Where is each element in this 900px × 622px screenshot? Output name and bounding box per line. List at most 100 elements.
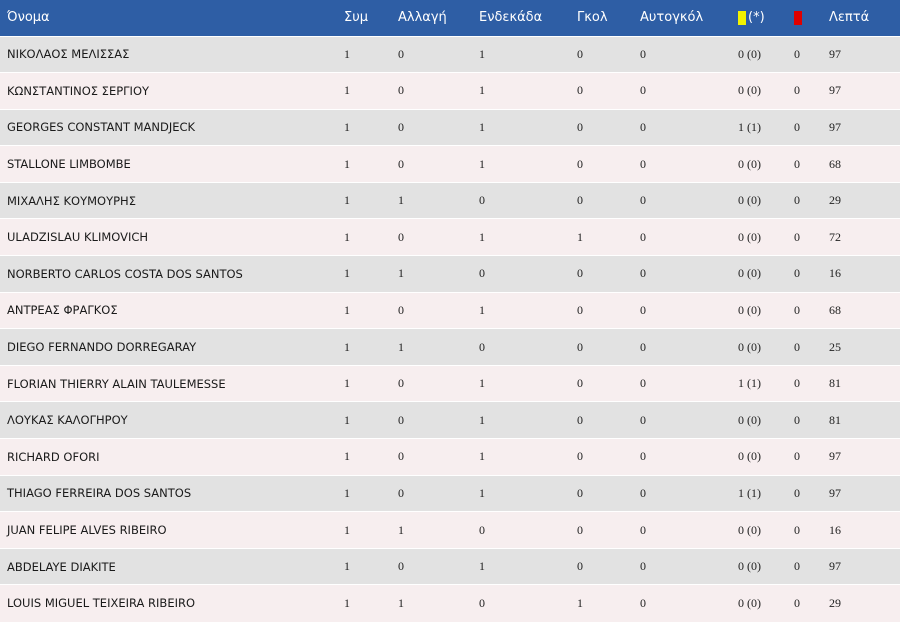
own-goals-cell: 0: [640, 35, 738, 73]
minutes-cell: 97: [829, 108, 900, 146]
yellow-cards-cell: 0 (0): [738, 328, 794, 366]
own-goals-cell: 0: [640, 181, 738, 219]
yellow-cards-cell: 0 (0): [738, 438, 794, 476]
yellow-cards-cell: 1 (1): [738, 108, 794, 146]
table-row: JUAN FELIPE ALVES RIBEIRO 1 1 0 0 0 0 (0) 0 16: [0, 511, 900, 549]
substitutions-cell: 1: [398, 181, 479, 219]
substitutions-cell: 0: [398, 438, 479, 476]
red-cards-cell: 0: [794, 181, 829, 219]
appearances-cell: 1: [344, 438, 398, 476]
header-yellow-cards[interactable]: (*): [738, 0, 794, 36]
appearances-cell: 1: [344, 547, 398, 585]
player-name: ΚΩΝΣΤΑΝΤΙΝΟΣ ΣΕΡΓΙΟΥ: [0, 72, 344, 110]
own-goals-cell: 0: [640, 218, 738, 256]
own-goals-cell: 0: [640, 547, 738, 585]
red-cards-cell: 0: [794, 108, 829, 146]
goals-cell: 0: [577, 401, 640, 439]
red-cards-cell: 0: [794, 145, 829, 183]
appearances-cell: 1: [344, 584, 398, 622]
header-own-goals[interactable]: Αυτογκόλ: [640, 0, 738, 36]
appearances-cell: 1: [344, 328, 398, 366]
table-row: STALLONE LIMBOMBE 1 0 1 0 0 0 (0) 0 68: [0, 145, 900, 183]
table-row: FLORIAN THIERRY ALAIN TAULEMESSE 1 0 1 0 0 1 (…: [0, 364, 900, 402]
own-goals-cell: 0: [640, 145, 738, 183]
appearances-cell: 1: [344, 72, 398, 110]
red-card-icon: [794, 10, 802, 25]
player-name: GEORGES CONSTANT MANDJECK: [0, 108, 344, 146]
substitutions-cell: 1: [398, 255, 479, 293]
header-goals[interactable]: Γκολ: [577, 0, 640, 36]
header-starting[interactable]: Ενδεκάδα: [479, 0, 577, 36]
yellow-cards-cell: 0 (0): [738, 584, 794, 622]
header-substitutions[interactable]: Αλλαγή: [398, 0, 479, 36]
goals-cell: 0: [577, 474, 640, 512]
table-row: THIAGO FERREIRA DOS SANTOS 1 0 1 0 0 1 (1) 0 97: [0, 474, 900, 512]
substitutions-cell: 1: [398, 511, 479, 549]
table-row: ΚΩΝΣΤΑΝΤΙΝΟΣ ΣΕΡΓΙΟΥ 1 0 1 0 0 0 (0) 0 97: [0, 72, 900, 110]
red-cards-cell: 0: [794, 328, 829, 366]
substitutions-cell: 0: [398, 401, 479, 439]
starting-cell: 0: [479, 511, 577, 549]
minutes-cell: 97: [829, 474, 900, 512]
player-name: FLORIAN THIERRY ALAIN TAULEMESSE: [0, 364, 344, 402]
own-goals-cell: 0: [640, 584, 738, 622]
goals-cell: 0: [577, 364, 640, 402]
red-cards-cell: 0: [794, 584, 829, 622]
yellow-cards-cell: 0 (0): [738, 145, 794, 183]
starting-cell: 0: [479, 584, 577, 622]
yellow-cards-cell: 0 (0): [738, 35, 794, 73]
own-goals-cell: 0: [640, 511, 738, 549]
table-row: ULADZISLAU KLIMOVICH 1 0 1 1 0 0 (0) 0 72: [0, 218, 900, 256]
substitutions-cell: 0: [398, 474, 479, 512]
starting-cell: 1: [479, 401, 577, 439]
starting-cell: 0: [479, 181, 577, 219]
player-name: RICHARD OFORI: [0, 438, 344, 476]
goals-cell: 0: [577, 547, 640, 585]
minutes-cell: 72: [829, 218, 900, 256]
red-cards-cell: 0: [794, 72, 829, 110]
player-name: ΑΝΤΡΕΑΣ ΦΡΑΓΚΟΣ: [0, 291, 344, 329]
table-row: GEORGES CONSTANT MANDJECK 1 0 1 0 0 1 (1) 0 97: [0, 108, 900, 146]
starting-cell: 1: [479, 218, 577, 256]
appearances-cell: 1: [344, 511, 398, 549]
goals-cell: 0: [577, 108, 640, 146]
own-goals-cell: 0: [640, 474, 738, 512]
yellow-cards-cell: 0 (0): [738, 511, 794, 549]
goals-cell: 0: [577, 438, 640, 476]
goals-cell: 0: [577, 511, 640, 549]
own-goals-cell: 0: [640, 438, 738, 476]
header-minutes[interactable]: Λεπτά: [829, 0, 900, 36]
appearances-cell: 1: [344, 401, 398, 439]
red-cards-cell: 0: [794, 35, 829, 73]
minutes-cell: 81: [829, 401, 900, 439]
header-appearances[interactable]: Συμ: [344, 0, 398, 36]
minutes-cell: 97: [829, 547, 900, 585]
table-row: ΝΙΚΟΛΑΟΣ ΜΕΛΙΣΣΑΣ 1 0 1 0 0 0 (0) 0 97: [0, 35, 900, 73]
header-red-cards[interactable]: [794, 0, 829, 36]
starting-cell: 0: [479, 328, 577, 366]
goals-cell: 0: [577, 328, 640, 366]
own-goals-cell: 0: [640, 291, 738, 329]
minutes-cell: 97: [829, 438, 900, 476]
own-goals-cell: 0: [640, 108, 738, 146]
yellow-cards-cell: 0 (0): [738, 218, 794, 256]
yellow-cards-cell: 0 (0): [738, 72, 794, 110]
minutes-cell: 81: [829, 364, 900, 402]
table-row: ΛΟΥΚΑΣ ΚΑΛΟΓΗΡΟΥ 1 0 1 0 0 0 (0) 0 81: [0, 401, 900, 439]
substitutions-cell: 0: [398, 547, 479, 585]
minutes-cell: 68: [829, 145, 900, 183]
header-name[interactable]: Όνομα: [0, 0, 344, 36]
appearances-cell: 1: [344, 35, 398, 73]
minutes-cell: 16: [829, 255, 900, 293]
minutes-cell: 97: [829, 72, 900, 110]
substitutions-cell: 0: [398, 291, 479, 329]
player-name: ΝΙΚΟΛΑΟΣ ΜΕΛΙΣΣΑΣ: [0, 35, 344, 73]
starting-cell: 1: [479, 35, 577, 73]
own-goals-cell: 0: [640, 401, 738, 439]
table-row: LOUIS MIGUEL TEIXEIRA RIBEIRO 1 1 0 1 0 0 (0) 0…: [0, 584, 900, 622]
player-name: DIEGO FERNANDO DORREGARAY: [0, 328, 344, 366]
appearances-cell: 1: [344, 255, 398, 293]
appearances-cell: 1: [344, 218, 398, 256]
goals-cell: 0: [577, 181, 640, 219]
goals-cell: 1: [577, 218, 640, 256]
